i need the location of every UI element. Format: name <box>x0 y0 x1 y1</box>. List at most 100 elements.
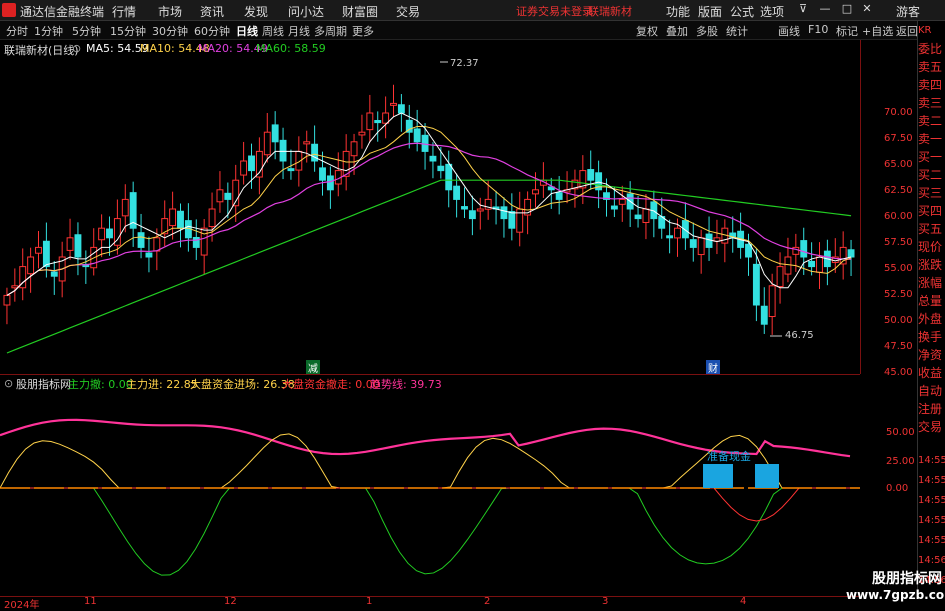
menu-item-function[interactable]: 功能 <box>666 3 690 20</box>
tool-multi-stock[interactable]: 多股 <box>696 23 718 39</box>
tool-mark[interactable]: 标记 <box>836 23 858 39</box>
y-tick: 50.00 <box>884 315 913 326</box>
candlestick-chart[interactable] <box>0 56 860 374</box>
candle-body <box>618 198 626 205</box>
candle-body <box>768 285 776 318</box>
candle-body <box>74 234 82 258</box>
period-tab-60min[interactable]: 60分钟 <box>194 23 230 39</box>
candle-body <box>177 210 184 229</box>
menu-item-ask[interactable]: 问小达 <box>288 3 324 20</box>
tool-draw-line[interactable]: 画线 <box>778 23 800 39</box>
date-tick: 4 <box>740 596 747 607</box>
candle-body <box>145 252 153 258</box>
menu-bar: 通达信金融终端 行情 市场 资讯 发现 问小达 财富圈 交易 证券交易未登录 联… <box>0 0 945 21</box>
menu-item-quotes[interactable]: 行情 <box>112 3 136 20</box>
period-tab-more[interactable]: 更多 <box>352 23 374 39</box>
tick-time: 14:56 <box>918 555 945 566</box>
candle-body <box>437 165 445 172</box>
quote-row-label: 现价 <box>918 240 943 254</box>
date-tick: 3 <box>602 596 609 607</box>
main-out-line <box>0 487 850 576</box>
candle-body <box>461 206 468 210</box>
candle-body <box>200 227 208 256</box>
tool-f10[interactable]: F10 <box>808 23 828 36</box>
candle-body <box>169 208 177 227</box>
candle-body <box>689 239 697 248</box>
candle-body <box>224 192 232 200</box>
menu-item-formula[interactable]: 公式 <box>730 3 754 20</box>
period-tab-multi[interactable]: 多周期 <box>314 23 347 39</box>
tool-statistics[interactable]: 统计 <box>726 23 748 39</box>
maximize-icon[interactable]: □ <box>840 2 854 16</box>
guest-button[interactable]: 游客 <box>896 3 920 20</box>
period-tab-15min[interactable]: 15分钟 <box>110 23 146 39</box>
candle-body <box>760 305 768 325</box>
indicator-chart[interactable] <box>0 390 860 596</box>
quote-row-label: 交易 <box>918 420 943 434</box>
y-axis-line <box>860 40 861 374</box>
dropdown-icon[interactable]: ⊽ <box>796 2 810 16</box>
event-marker-reduce[interactable]: 减 <box>306 360 320 375</box>
candle-body <box>532 189 539 195</box>
minimize-icon[interactable]: — <box>818 2 832 16</box>
quote-row-label: 买一 <box>918 150 943 164</box>
quote-row-label: 自动 <box>918 384 943 398</box>
candle-body <box>42 240 50 268</box>
menu-item-options[interactable]: 选项 <box>760 3 784 20</box>
tick-time: 14:55 <box>918 475 945 486</box>
candle-body <box>808 260 816 268</box>
period-tab-5min[interactable]: 5分钟 <box>72 23 101 39</box>
indicator-y-tick: 50.00 <box>886 427 915 438</box>
period-tab-30min[interactable]: 30分钟 <box>152 23 188 39</box>
menu-item-news[interactable]: 资讯 <box>200 3 224 20</box>
close-icon[interactable]: ✕ <box>860 2 874 16</box>
period-tab-1min[interactable]: 1分钟 <box>34 23 63 39</box>
quote-row-label: 买二 <box>918 168 943 182</box>
candle-body <box>216 189 224 203</box>
market-out-line <box>0 487 850 522</box>
menu-item-market[interactable]: 市场 <box>158 3 182 20</box>
candle-body <box>248 155 255 172</box>
stock-tag[interactable]: 联瑞新材 <box>588 3 632 19</box>
indicator-settings-icon[interactable]: ⊙ <box>4 377 13 390</box>
tool-back[interactable]: 返回 <box>896 23 918 39</box>
settings-icon[interactable]: ⊙ <box>72 42 81 55</box>
menu-item-wealth[interactable]: 财富圈 <box>342 3 378 20</box>
quote-row-label: 涨幅 <box>918 276 943 290</box>
menu-item-layout[interactable]: 版面 <box>698 3 722 20</box>
quote-row-label: 买五 <box>918 222 943 236</box>
candle-body <box>705 233 713 248</box>
candle-body <box>666 235 674 239</box>
app-logo-icon <box>2 3 16 17</box>
menu-item-trade[interactable]: 交易 <box>396 3 420 20</box>
tool-add-favorite[interactable]: +自选 <box>862 23 893 39</box>
period-toolbar: 分时 1分钟 5分钟 15分钟 30分钟 60分钟 日线 周线 月线 多周期 更… <box>0 21 945 40</box>
period-tab-weekly[interactable]: 周线 <box>262 23 284 39</box>
candle-body <box>697 237 705 256</box>
tool-restore-rights[interactable]: 复权 <box>636 23 658 39</box>
tick-time: 14:55 <box>918 535 945 546</box>
candle-body <box>382 112 390 124</box>
tool-overlay[interactable]: 叠加 <box>666 23 688 39</box>
tick-time: 14:55 <box>918 495 945 506</box>
candle-body <box>192 236 200 248</box>
candle-body <box>11 285 19 289</box>
menu-item-discover[interactable]: 发现 <box>244 3 268 20</box>
candle-body <box>50 271 58 277</box>
event-marker-finance[interactable]: 财 <box>706 360 720 375</box>
period-tab-monthly[interactable]: 月线 <box>288 23 310 39</box>
watermark-url: www.7gpzb.com <box>846 588 945 602</box>
login-status[interactable]: 证券交易未登录 <box>516 3 593 19</box>
candle-body <box>555 192 563 200</box>
candle-body <box>374 120 382 124</box>
candle-body <box>366 112 374 131</box>
candle-body <box>397 104 405 114</box>
candle-body <box>445 163 453 191</box>
y-tick: 60.00 <box>884 211 913 222</box>
period-tab-daily[interactable]: 日线 <box>236 23 258 39</box>
candle-body <box>263 131 271 156</box>
candle-body <box>3 294 11 306</box>
period-tab-timeshare[interactable]: 分时 <box>6 23 28 39</box>
candle-body <box>358 131 366 136</box>
candle-body <box>429 155 437 162</box>
